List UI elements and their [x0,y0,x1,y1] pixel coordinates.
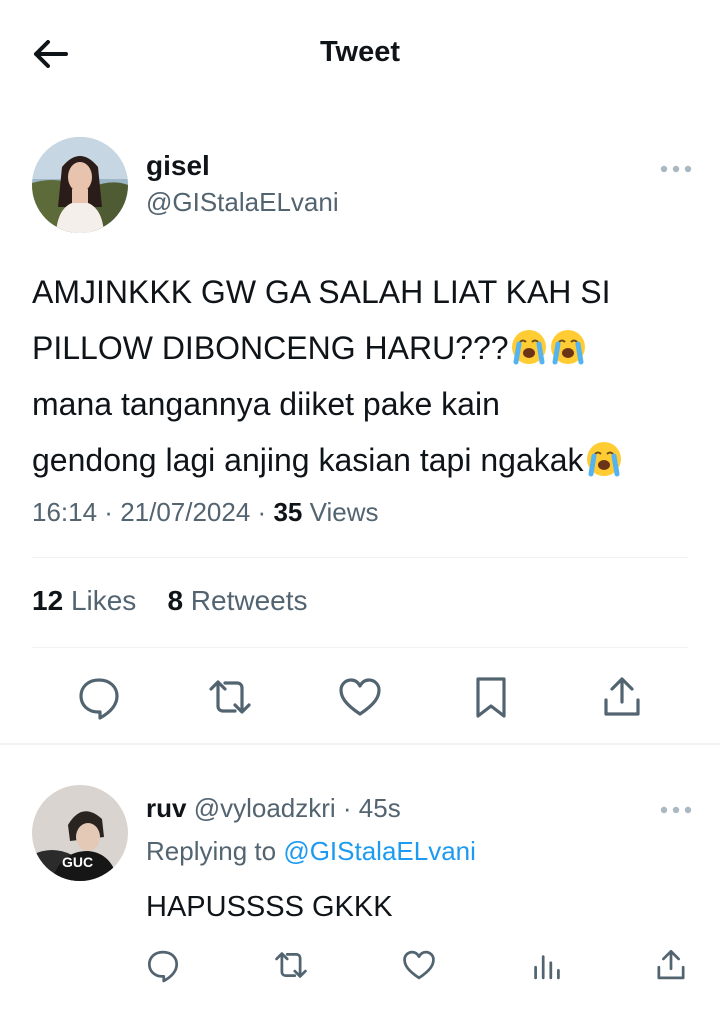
tweet-text-line: PILLOW DIBONCENG HARU??? [32,320,702,376]
analytics-icon[interactable] [528,946,566,984]
avatar[interactable] [32,137,128,233]
more-options-icon[interactable] [659,162,693,174]
crying-face-emoji-icon [511,330,546,365]
top-bar: Tweet [0,0,720,106]
engagement-stats: 12 Likes 8 Retweets [32,585,308,617]
tweet-text-line: mana tangannya diiket pake kain [32,386,500,422]
retweet-icon[interactable] [272,946,310,984]
share-icon[interactable] [652,946,690,984]
views-label: Views [309,497,379,527]
bookmark-icon[interactable] [466,672,516,722]
tweet-text-line: gendong lagi anjing kasian tapi ngakak [32,432,702,488]
divider [32,647,688,648]
tweet-text-segment: gendong lagi anjing kasian tapi ngakak [32,442,584,478]
reply-icon[interactable] [144,946,182,984]
mention-link[interactable]: @GIStalaELvani [283,836,476,866]
likes-stat[interactable]: 12 Likes [32,585,136,616]
tweet-date: 21/07/2024 [120,497,251,527]
reply-header: ruv @vyloadzkri · 45s [146,793,401,823]
reply-avatar[interactable]: GUC [32,785,128,881]
crying-face-emoji-icon [550,330,585,365]
tweet-text-line: AMJINKKK GW GA SALAH LIAT KAH SI [32,274,611,310]
more-options-icon[interactable] [659,803,693,815]
tweet-time: 16:14 [32,497,98,527]
reply-author-handle[interactable]: @vyloadzkri [194,793,336,823]
retweets-label: Retweets [190,585,308,616]
author-name[interactable]: gisel [146,150,210,182]
tweet-text-segment: PILLOW DIBONCENG HARU??? [32,330,509,366]
reply-text: HAPUSSSS GKKK [146,891,393,923]
svg-text:GUC: GUC [62,854,93,870]
views-count: 35 [273,497,303,527]
author-handle[interactable]: @GIStalaELvani [146,187,339,218]
like-icon[interactable] [400,946,438,984]
replying-to-label: Replying to [146,836,277,866]
retweet-icon[interactable] [205,672,255,722]
replying-to: Replying to @GIStalaELvani [146,836,476,867]
likes-label: Likes [70,585,137,616]
reply-author-name[interactable]: ruv [146,793,186,823]
section-divider [0,743,720,745]
retweets-stat[interactable]: 8 Retweets [167,585,307,616]
share-icon[interactable] [597,672,647,722]
likes-count: 12 [32,585,64,616]
divider [32,557,688,558]
reply-time: 45s [358,793,401,823]
like-icon[interactable] [335,672,385,722]
page-title: Tweet [319,36,401,68]
reply-icon[interactable] [74,672,124,722]
tweet-timestamp[interactable]: 16:14 · 21/07/2024 · 35 Views [32,497,378,528]
crying-face-emoji-icon [586,442,621,477]
retweets-count: 8 [167,585,184,616]
tweet-text: AMJINKKK GW GA SALAH LIAT KAH SI PILLOW … [32,264,702,488]
